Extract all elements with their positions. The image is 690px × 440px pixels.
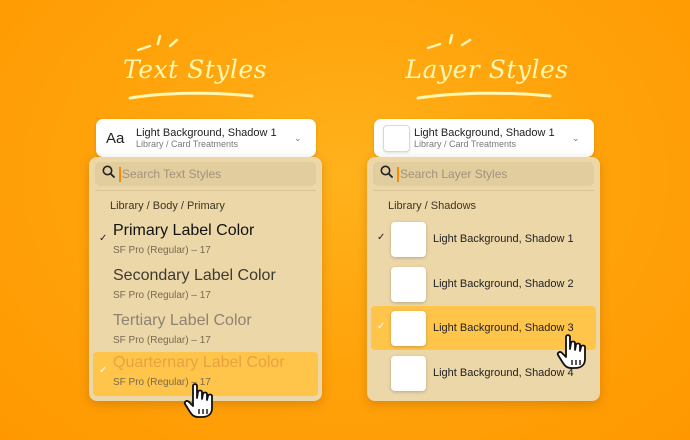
checkmark-icon: ✓ [99,233,108,244]
divider [373,190,594,191]
layer-style-thumbnail [391,356,426,391]
text-style-aa-icon: Aa [106,129,125,147]
layer-style-selector[interactable]: Light Background, Shadow 1 Library / Car… [374,119,594,157]
divider [95,190,316,191]
text-styles-rays-icon [136,34,179,52]
text-style-name: Secondary Label Color [113,267,276,284]
text-styles-heading: Text Styles [122,55,268,84]
layer-style-name: Light Background, Shadow 1 [433,233,574,245]
text-style-name: Primary Label Color [113,222,255,239]
chevron-down-icon: ⌄ [572,132,580,143]
text-style-option[interactable]: ✓ Primary Label Color SF Pro (Regular) – 1… [93,220,318,264]
text-style-option[interactable]: Tertiary Label Color SF Pro (Regular) – 1… [93,310,318,354]
layer-styles-group-label: Library / Shadows [388,200,477,212]
layer-style-name: Light Background, Shadow 2 [433,278,574,290]
checkmark-icon: ✓ [377,232,386,243]
layer-styles-search-placeholder: Search Layer Styles [400,167,508,181]
text-style-name: Tertiary Label Color [113,312,252,329]
text-styles-dropdown: Search Text Styles Library / Body / Prim… [89,157,322,401]
layer-style-selector-subtitle: Library / Card Treatments [414,139,517,150]
layer-style-thumbnail [391,311,426,346]
layer-style-name: Light Background, Shadow 3 [433,322,574,334]
text-style-name: Quarternary Label Color [113,354,285,371]
checkmark-icon: ✓ [377,321,386,332]
text-styles-group-label: Library / Body / Primary [110,200,225,212]
layer-style-thumbnail [391,267,426,302]
text-style-meta: SF Pro (Regular) – 17 [113,245,211,256]
pointing-hand-cursor-icon [183,383,213,418]
layer-styles-search-field[interactable]: Search Layer Styles [373,162,594,186]
text-style-meta: SF Pro (Regular) – 17 [113,290,211,301]
layer-style-swatch [383,124,410,152]
layer-styles-underline [416,91,552,100]
text-style-meta: SF Pro (Regular) – 17 [113,335,211,346]
search-icon [95,165,119,183]
search-icon [373,165,397,183]
text-styles-search-placeholder: Search Text Styles [122,167,222,181]
layer-style-option[interactable]: Light Background, Shadow 2 [371,262,596,306]
text-cursor-caret [119,166,121,182]
checkmark-icon: ✓ [99,365,108,376]
text-styles-underline [128,91,254,100]
text-style-selector-title: Light Background, Shadow 1 [136,126,277,139]
layer-style-thumbnail [391,222,426,257]
layer-style-name: Light Background, Shadow 4 [433,367,574,379]
text-cursor-caret [397,166,399,182]
text-style-selector-subtitle: Library / Card Treatments [136,139,239,150]
text-styles-search-field[interactable]: Search Text Styles [95,162,316,186]
layer-styles-rays-icon [426,34,472,50]
chevron-down-icon: ⌄ [294,132,302,143]
text-style-option[interactable]: Secondary Label Color SF Pro (Regular) – … [93,265,318,309]
layer-style-option[interactable]: ✓ Light Background, Shadow 1 [371,217,596,261]
layer-styles-heading: Layer Styles [405,55,569,84]
layer-style-selector-title: Light Background, Shadow 1 [414,126,555,139]
text-style-selector[interactable]: Aa Light Background, Shadow 1 Library / … [96,119,316,157]
pointing-hand-cursor-icon [556,334,586,369]
